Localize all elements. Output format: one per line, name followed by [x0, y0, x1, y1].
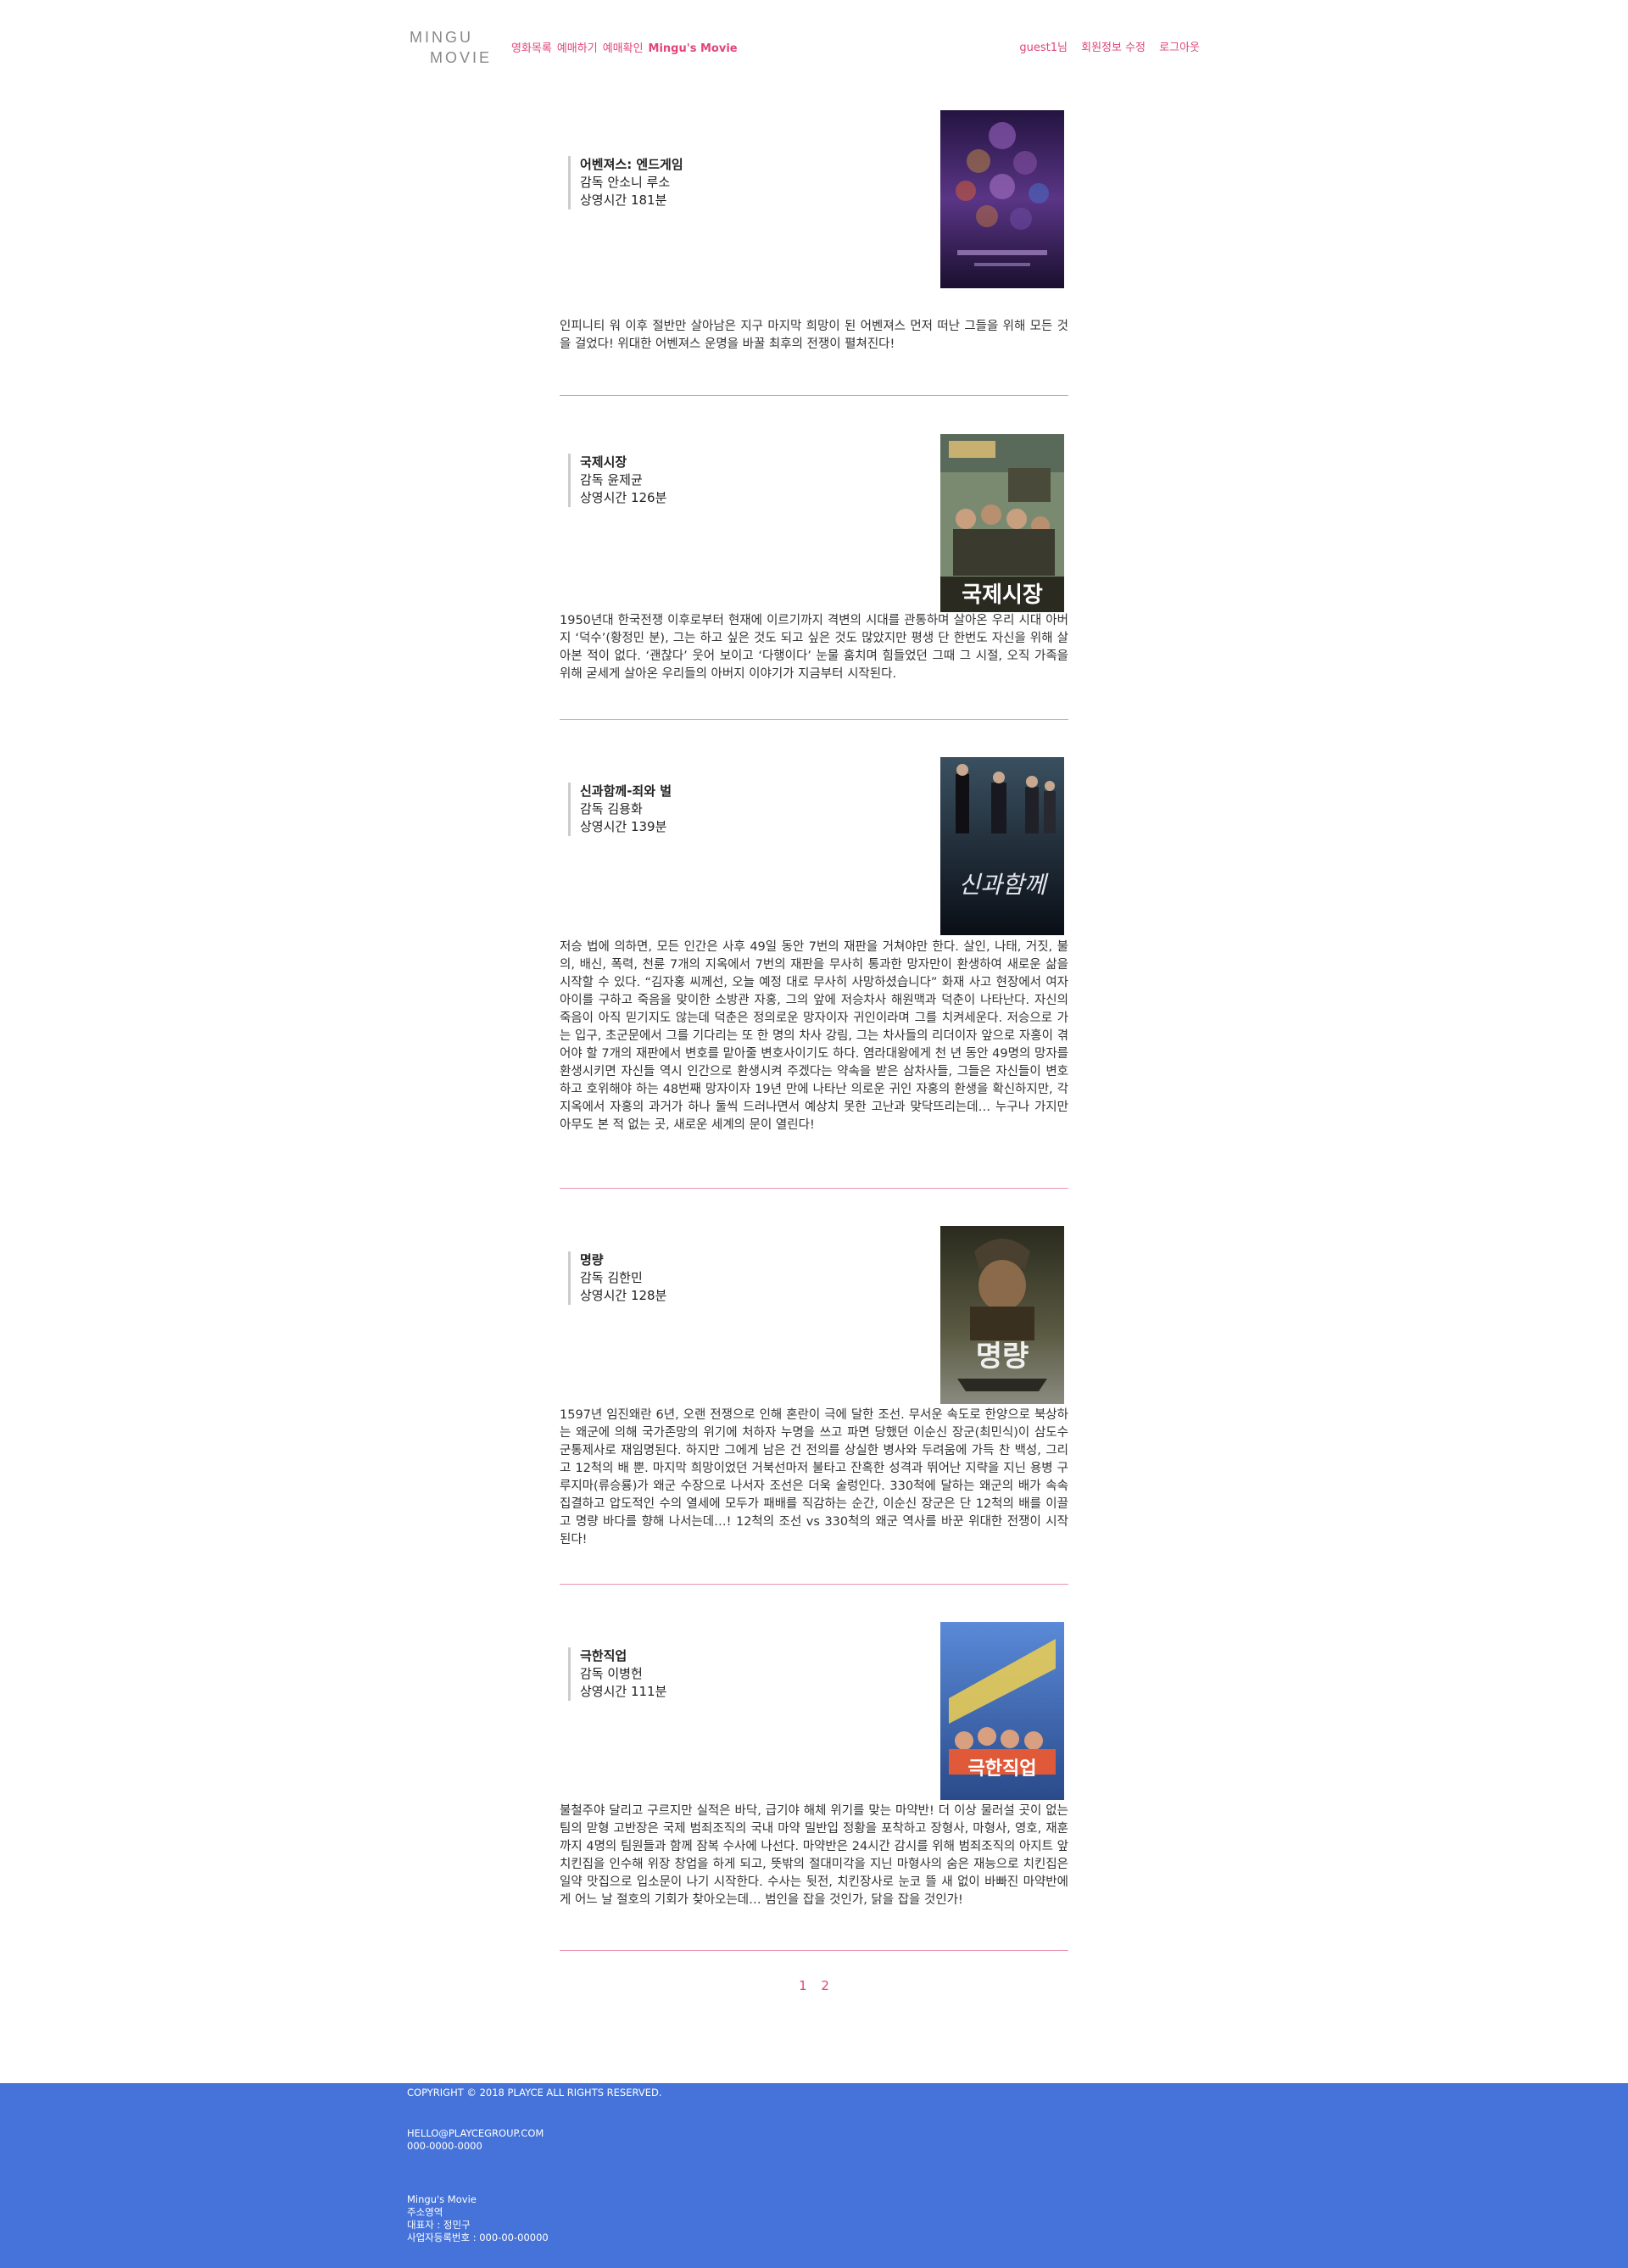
movie-runtime: 상영시간 139분: [580, 819, 667, 834]
movie-title[interactable]: 어벤져스: 엔드게임: [580, 156, 683, 174]
movie-list: 어벤져스: 엔드게임 감독 안소니 루소 상영시간 181분 인피니티 워 이후…: [560, 110, 1068, 1951]
footer-company-info: Mingu's Movie 주소영역 대표자 : 정민구 사업자등록번호 : 0…: [407, 2193, 549, 2244]
footer-copyright: COPYRIGHT © 2018 PLAYCE ALL RIGHTS RESER…: [407, 2087, 662, 2098]
movie-item: 국제시장 감독 윤제균 상영시간 126분 국제시장 1950년대 한국전쟁 이…: [560, 396, 1068, 720]
logo-line-1: MINGU: [410, 29, 473, 46]
movie-item: 어벤져스: 엔드게임 감독 안소니 루소 상영시간 181분 인피니티 워 이후…: [560, 110, 1068, 396]
movie-item: 신과함께-죄와 벌 감독 김용화 상영시간 139분 신과함께 저승 법에 의하…: [560, 720, 1068, 1189]
logout-link[interactable]: 로그아웃: [1159, 42, 1200, 54]
site-logo[interactable]: MINGU MOVIE: [410, 27, 493, 71]
site-footer: COPYRIGHT © 2018 PLAYCE ALL RIGHTS RESER…: [0, 2083, 1628, 2268]
user-greeting[interactable]: guest1님: [1019, 42, 1068, 54]
site-header: MINGU MOVIE 영화목록 예매하기 예매확인 Mingu's Movie gu…: [0, 0, 1628, 85]
poster-title: 신과함께: [958, 871, 1048, 899]
poster-title: 명량: [976, 1340, 1029, 1374]
movie-poster[interactable]: 국제시장: [940, 434, 1064, 612]
nav-brand[interactable]: Mingu's Movie: [649, 42, 738, 55]
edit-profile-link[interactable]: 회원정보 수정: [1081, 42, 1146, 54]
movie-director: 감독 윤제균: [580, 472, 643, 488]
movie-info: 국제시장 감독 윤제균 상영시간 126분: [568, 454, 666, 507]
movie-director: 감독 김한민: [580, 1270, 643, 1285]
movie-description: 1597년 임진왜란 6년, 오랜 전쟁으로 인해 혼란이 극에 달한 조선. …: [560, 1408, 1068, 1546]
poster-title: 극한직업: [968, 1758, 1037, 1780]
movie-poster[interactable]: 명량: [940, 1226, 1064, 1404]
page-link-1[interactable]: 1: [799, 1978, 807, 1993]
movie-info: 어벤져스: 엔드게임 감독 안소니 루소 상영시간 181분: [568, 156, 683, 209]
movie-description: 인피니티 워 이후 절반만 살아남은 지구 마지막 희망이 된 어벤져스 먼저 …: [560, 320, 1068, 351]
movie-poster[interactable]: [940, 110, 1064, 288]
movie-runtime: 상영시간 181분: [580, 192, 667, 208]
user-nav: guest1님 회원정보 수정 로그아웃: [1009, 38, 1200, 54]
nav-reserve[interactable]: 예매하기: [557, 42, 598, 55]
movie-description: 불철주야 달리고 구르지만 실적은 바닥, 급기야 해체 위기를 맞는 마약반!…: [560, 1804, 1068, 1907]
movie-runtime: 상영시간 111분: [580, 1684, 667, 1699]
movie-title[interactable]: 극한직업: [580, 1647, 666, 1665]
movie-director: 감독 이병헌: [580, 1666, 643, 1681]
movie-runtime: 상영시간 128분: [580, 1288, 667, 1303]
footer-email[interactable]: HELLO@PLAYCEGROUP.COM: [407, 2127, 544, 2140]
movie-description: 저승 법에 의하면, 모든 인간은 사후 49일 동안 7번의 재판을 거쳐야만…: [560, 940, 1068, 1132]
footer-address: 주소영역: [407, 2206, 443, 2218]
movie-director: 감독 안소니 루소: [580, 175, 671, 190]
movie-runtime: 상영시간 126분: [580, 490, 667, 505]
movie-info: 극한직업 감독 이병헌 상영시간 111분: [568, 1647, 666, 1701]
nav-movie-list[interactable]: 영화목록: [511, 42, 552, 55]
movie-info: 신과함께-죄와 벌 감독 김용화 상영시간 139분: [568, 783, 672, 836]
movie-description: 1950년대 한국전쟁 이후로부터 현재에 이르기까지 격변의 시대를 관통하며…: [560, 614, 1068, 681]
footer-contact: HELLO@PLAYCEGROUP.COM 000-0000-0000: [407, 2127, 544, 2153]
footer-company: Mingu's Movie: [407, 2193, 477, 2205]
movie-item: 극한직업 감독 이병헌 상영시간 111분 극한직업 불철주야 달리고 구르지만…: [560, 1585, 1068, 1951]
movie-item: 명량 감독 김한민 상영시간 128분 명량 1597년 임진왜란 6년, 오랜…: [560, 1189, 1068, 1585]
main-nav: 영화목록 예매하기 예매확인 Mingu's Movie: [511, 39, 743, 55]
movie-poster[interactable]: 극한직업: [940, 1622, 1064, 1800]
movie-title[interactable]: 국제시장: [580, 454, 666, 471]
footer-ceo: 대표자 : 정민구: [407, 2219, 471, 2231]
movie-poster[interactable]: 신과함께: [940, 757, 1064, 935]
movie-info: 명량 감독 김한민 상영시간 128분: [568, 1251, 666, 1305]
page-link-2[interactable]: 2: [821, 1978, 829, 1993]
footer-phone: 000-0000-0000: [407, 2140, 482, 2152]
nav-reservation-check[interactable]: 예매확인: [603, 42, 644, 55]
movie-director: 감독 김용화: [580, 801, 643, 816]
poster-title: 국제시장: [962, 582, 1043, 608]
footer-biz-no: 사업자등록번호 : 000-00-00000: [407, 2232, 549, 2243]
movie-title[interactable]: 신과함께-죄와 벌: [580, 783, 672, 800]
pagination: 1 2: [0, 1978, 1628, 1993]
logo-line-2: MOVIE: [430, 49, 493, 66]
movie-title[interactable]: 명량: [580, 1251, 666, 1269]
